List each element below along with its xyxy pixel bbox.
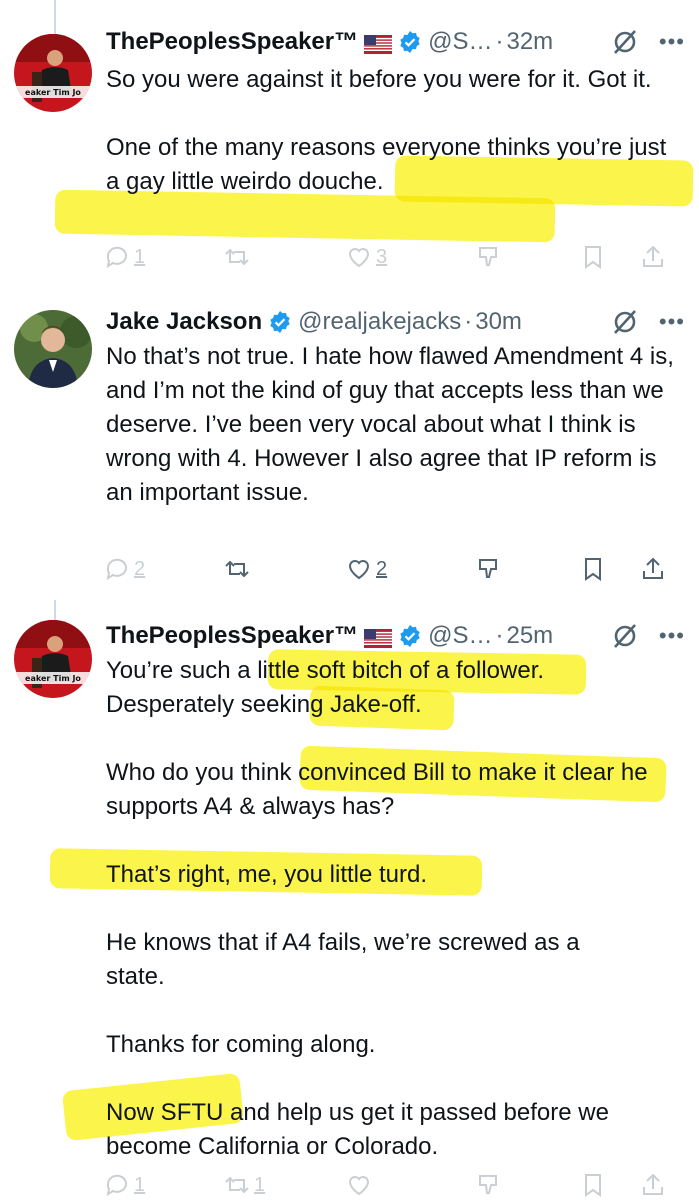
retweet-icon xyxy=(225,560,249,578)
reply-button[interactable]: 2 xyxy=(104,556,224,582)
display-name[interactable]: Jake Jackson xyxy=(106,308,262,336)
timestamp[interactable]: 32m xyxy=(506,28,553,56)
display-name[interactable]: ThePeoplesSpeaker™ xyxy=(106,28,358,56)
retweet-button[interactable] xyxy=(224,556,346,582)
handle[interactable]: @S… xyxy=(428,622,492,650)
tweet-paragraph: Who do you think convinced Bill to make … xyxy=(106,759,648,820)
grok-icon[interactable] xyxy=(611,308,639,336)
retweet-count: 1 xyxy=(254,1173,266,1196)
share-button[interactable] xyxy=(640,244,666,270)
separator-dot: · xyxy=(464,308,473,335)
tweet-header: ThePeoplesSpeaker™ @S… · 25m ••• xyxy=(106,616,685,656)
like-icon xyxy=(348,248,370,268)
avatar[interactable]: eaker Tim Jo xyxy=(14,34,92,112)
thread-line xyxy=(54,600,56,620)
share-button[interactable] xyxy=(640,556,666,582)
tweet-paragraph: He knows that if A4 fails, we’re screwed… xyxy=(106,929,580,990)
tweet-actions: 1 3 xyxy=(104,240,679,274)
share-icon xyxy=(643,557,663,579)
tweet-text: So you were against it before you were f… xyxy=(106,63,679,199)
tweet-text: You’re such a little soft bitch of a fol… xyxy=(106,654,679,1164)
bookmark-icon xyxy=(585,558,601,581)
share-icon xyxy=(643,245,663,267)
like-icon xyxy=(348,1176,370,1196)
like-button[interactable]: 2 xyxy=(346,556,476,582)
reply-icon xyxy=(106,1174,127,1197)
tweet-paragraph: One of the many reasons everyone thinks … xyxy=(106,134,667,195)
reply-button[interactable]: 1 xyxy=(104,244,224,270)
grok-icon[interactable] xyxy=(611,28,639,56)
downvote-icon xyxy=(479,1175,497,1194)
downvote-icon xyxy=(479,559,497,578)
separator-dot: · xyxy=(495,28,504,55)
avatar[interactable]: eaker Tim Jo xyxy=(14,620,92,698)
reply-icon xyxy=(106,246,127,269)
avatar-text: eaker Tim Jo xyxy=(25,674,81,683)
tweet-paragraph: No that’s not true. I hate how flawed Am… xyxy=(106,343,674,506)
retweet-button[interactable]: 1 xyxy=(224,1172,346,1198)
retweet-icon xyxy=(225,1176,249,1194)
verified-badge-icon xyxy=(268,310,292,334)
handle[interactable]: @realjakejacks xyxy=(298,308,461,336)
reply-count: 2 xyxy=(134,557,146,580)
verified-badge-icon xyxy=(398,30,422,54)
retweet-button[interactable] xyxy=(224,244,346,270)
reply-button[interactable]: 1 xyxy=(104,1172,224,1198)
timestamp[interactable]: 30m xyxy=(475,308,522,336)
like-button[interactable]: 3 xyxy=(346,244,476,270)
bookmark-icon xyxy=(585,1174,601,1197)
tweet-paragraph: You’re such a little soft bitch of a fol… xyxy=(106,657,545,718)
like-button[interactable] xyxy=(346,1172,476,1198)
downvote-button[interactable] xyxy=(476,1172,580,1198)
display-name[interactable]: ThePeoplesSpeaker™ xyxy=(106,622,358,650)
like-count: 2 xyxy=(376,557,388,580)
tweet-paragraph: So you were against it before you were f… xyxy=(106,66,652,93)
tweet-paragraph: That’s right, me, you little turd. xyxy=(106,861,428,888)
bookmark-button[interactable] xyxy=(580,1172,640,1198)
tweet-actions: 1 1 xyxy=(104,1168,679,1202)
reply-icon xyxy=(106,558,127,581)
more-icon[interactable]: ••• xyxy=(659,623,685,649)
tweet-text: No that’s not true. I hate how flawed Am… xyxy=(106,340,679,510)
share-icon xyxy=(643,1173,663,1195)
tweet-header: Jake Jackson @realjakejacks · 30m ••• xyxy=(106,302,685,342)
bookmark-button[interactable] xyxy=(580,244,640,270)
tweet-paragraph: Now SFTU and help us get it passed befor… xyxy=(106,1099,609,1160)
thread-line xyxy=(54,0,56,34)
reply-count: 1 xyxy=(134,1173,146,1196)
more-icon[interactable]: ••• xyxy=(659,29,685,55)
verified-badge-icon xyxy=(398,624,422,648)
more-icon[interactable]: ••• xyxy=(659,309,685,335)
share-button[interactable] xyxy=(640,1172,666,1198)
bookmark-icon xyxy=(585,246,601,269)
downvote-button[interactable] xyxy=(476,244,580,270)
reply-count: 1 xyxy=(134,245,146,268)
like-count: 3 xyxy=(376,245,388,268)
retweet-icon xyxy=(225,248,249,266)
avatar-text: eaker Tim Jo xyxy=(25,88,81,97)
us-flag-icon xyxy=(364,627,393,648)
tweet-header: ThePeoplesSpeaker™ @S… · 32m ••• xyxy=(106,22,685,62)
tweet-actions: 2 2 xyxy=(104,552,679,586)
us-flag-icon xyxy=(364,33,393,54)
avatar[interactable] xyxy=(14,310,92,388)
tweet-paragraph: Thanks for coming along. xyxy=(106,1031,376,1058)
downvote-icon xyxy=(479,247,497,266)
handle[interactable]: @S… xyxy=(428,28,492,56)
timestamp[interactable]: 25m xyxy=(506,622,553,650)
bookmark-button[interactable] xyxy=(580,556,640,582)
like-icon xyxy=(348,560,370,580)
grok-icon[interactable] xyxy=(611,622,639,650)
downvote-button[interactable] xyxy=(476,556,580,582)
separator-dot: · xyxy=(495,622,504,649)
